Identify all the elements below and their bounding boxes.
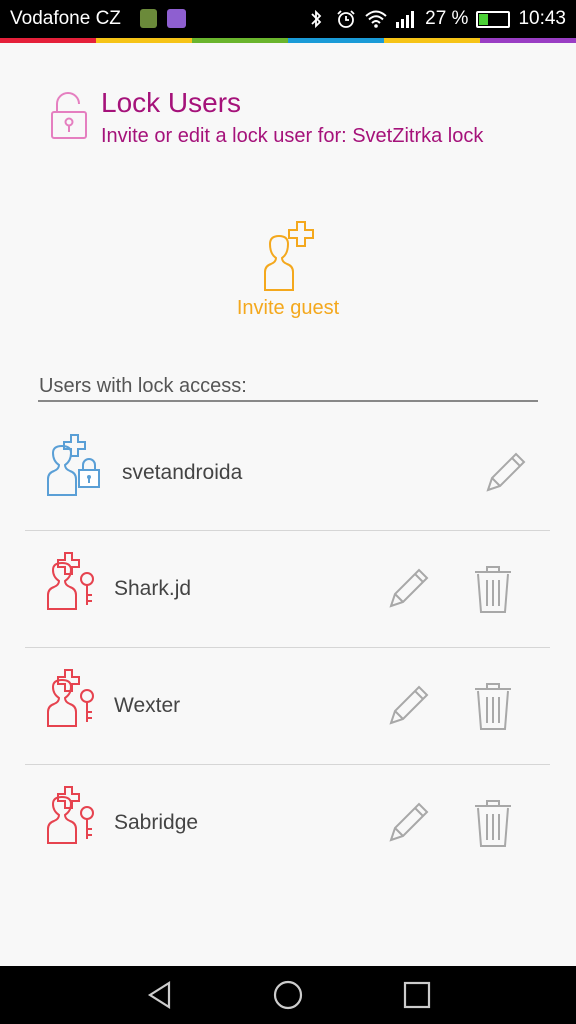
page-title: Lock Users: [101, 87, 242, 118]
clock: 10:43: [518, 8, 566, 29]
delete-user-button[interactable]: [473, 798, 513, 848]
carrier-label: Vodafone CZ: [10, 8, 121, 29]
wifi-icon: [365, 10, 387, 28]
signal-icon: [396, 11, 415, 28]
gallery-notification-icon: [167, 9, 186, 28]
user-name: Shark.jd: [114, 577, 192, 600]
invite-guest-button[interactable]: Invite guest: [0, 210, 576, 330]
battery-percent: 27 %: [425, 8, 469, 29]
alarm-icon: [337, 10, 355, 28]
edit-user-button[interactable]: [480, 448, 530, 498]
delete-user-button[interactable]: [473, 681, 513, 731]
home-button[interactable]: [273, 980, 303, 1010]
user-row-svetandroida: svetandroida: [25, 415, 550, 532]
edit-user-button[interactable]: [383, 798, 433, 848]
navigation-bar: [0, 966, 576, 1024]
delete-user-button[interactable]: [473, 564, 513, 614]
recents-button[interactable]: [402, 980, 432, 1010]
invite-guest-label: Invite guest: [236, 297, 340, 319]
status-bar: Vodafone CZ 27 % 10:43: [0, 0, 576, 38]
owner-user-icon: [47, 434, 100, 496]
edit-user-button[interactable]: [383, 681, 433, 731]
user-name: svetandroida: [122, 461, 243, 484]
back-button[interactable]: [145, 980, 175, 1010]
user-name: Sabridge: [114, 811, 199, 834]
battery-icon: [476, 10, 511, 28]
edit-user-button[interactable]: [383, 564, 433, 614]
guest-key-user-icon: [47, 552, 94, 610]
user-row-wexter: Wexter: [25, 648, 550, 765]
section-divider: [38, 400, 538, 402]
padlock-icon: [51, 92, 87, 139]
user-name: Wexter: [114, 694, 181, 717]
add-user-icon: [264, 221, 314, 291]
color-strip: [0, 38, 576, 43]
guest-key-user-icon: [47, 669, 94, 727]
notification-icon: [140, 9, 157, 28]
guest-key-user-icon: [47, 786, 94, 844]
page-subtitle: Invite or edit a lock user for: SvetZitr…: [101, 125, 484, 147]
bluetooth-icon: [311, 9, 322, 29]
user-row-shark: Shark.jd: [25, 531, 550, 648]
section-label: Users with lock access:: [39, 375, 247, 397]
user-row-sabridge: Sabridge: [25, 765, 550, 882]
